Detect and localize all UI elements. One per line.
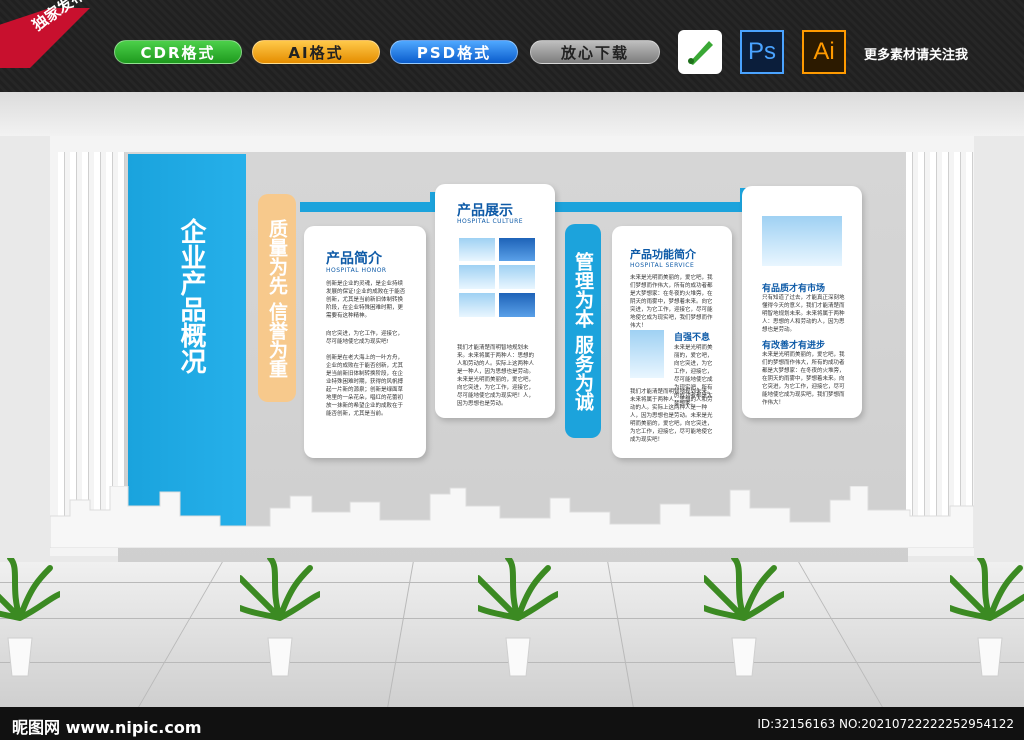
card-heading: 有改善才有进步 <box>762 341 826 351</box>
card-paragraph: 向它突进，为它工作，迎接它，尽可能地使它成为现实吧! <box>326 331 404 345</box>
card-subtitle: HOSPITAL HONOR <box>326 267 387 274</box>
image-id: ID:32156163 NO:20210722222252954122 <box>757 717 1014 731</box>
product-photo <box>499 238 535 261</box>
card-paragraph: 未来是光明而美丽的，爱它吧，我们的梦想而作伟大，所有的成功者都是大梦想家：在冬夜… <box>762 352 845 406</box>
city-skyline <box>50 486 974 548</box>
main-title: 企业产品概况 <box>176 218 206 374</box>
card-title: 产品简介 <box>326 251 382 267</box>
product-photo <box>630 330 664 378</box>
photoshop-icon: Ps <box>740 30 784 74</box>
product-photo <box>459 265 495 289</box>
slogan-quality: 质量为先 信誉为重 <box>258 194 296 402</box>
potted-plant <box>950 558 1024 677</box>
card-title: 产品功能简介 <box>630 248 696 261</box>
connector-bar <box>550 202 750 212</box>
potted-plant <box>0 558 60 677</box>
card-heading: 有品质才有市场 <box>762 284 826 294</box>
potted-plant <box>240 558 320 677</box>
product-photo <box>499 265 535 289</box>
product-photo <box>459 293 495 317</box>
ai-format-button[interactable]: AI格式 <box>252 40 380 64</box>
card-paragraph: 创新是企业的灵魂，是企业持续发展的保证!企业的成败在于能否创新，尤其是当前新旧体… <box>326 281 406 319</box>
cdr-format-button[interactable]: CDR格式 <box>114 40 242 64</box>
follow-text: 更多素材请关注我 <box>864 48 969 63</box>
ceiling <box>0 92 1024 136</box>
card-product-show: 产品展示 HOSPITAL CULTURE 我们才能清楚而明智地规划未来。未来将… <box>435 184 555 418</box>
potted-plant <box>704 558 784 677</box>
safe-download-button[interactable]: 放心下载 <box>530 40 660 64</box>
card-paragraph: 只有知道了过去，才能真正深刻地懂得今天的意义，我们才能清楚而明智地规划未来。未来… <box>762 295 845 333</box>
illustrator-icon: Ai <box>802 30 846 74</box>
card-paragraph: 未来是光明而美丽的，爱它吧，我们梦想而作伟大，所有的成功者都是大梦想家：在冬夜的… <box>630 275 713 329</box>
coreldraw-icon <box>678 30 722 74</box>
top-banner: 独家发布 CDR格式 AI格式 PSD格式 放心下载 Ps Ai 更多素材请关注… <box>0 0 1024 92</box>
slogan-management: 管理为本 服务为诚 <box>565 224 601 438</box>
card-subtitle: HOSPITAL SERVICE <box>630 262 695 269</box>
card-product-function: 产品功能简介 HOSPITAL SERVICE 未来是光明而美丽的，爱它吧，我们… <box>612 226 732 458</box>
card-paragraph: 我们才能清楚而明智地规划未来。未来将属于两种人：思想的人和劳动的人。实际上这两种… <box>630 389 713 443</box>
psd-format-button[interactable]: PSD格式 <box>390 40 518 64</box>
watermark-footer: 昵图网 www.nipic.com ID:32156163 NO:2021072… <box>0 707 1024 740</box>
product-photo <box>459 238 495 261</box>
card-title: 产品展示 <box>457 203 513 219</box>
site-watermark: 昵图网 www.nipic.com <box>12 718 202 737</box>
product-photo <box>499 293 535 317</box>
card-product-intro: 产品简介 HOSPITAL HONOR 创新是企业的灵魂，是企业持续发展的保证!… <box>304 226 426 458</box>
card-market: 有品质才有市场 只有知道了过去，才能真正深刻地懂得今天的意义，我们才能清楚而明智… <box>742 186 862 418</box>
building-photo <box>762 216 842 266</box>
card-paragraph: 创新是在老大海上的一叶方舟，企业的成败在于能否创新，尤其是当前新旧体制转换阶段，… <box>326 355 404 417</box>
potted-plant <box>478 558 558 677</box>
card-subtitle: HOSPITAL CULTURE <box>457 218 524 225</box>
connector-bar <box>300 202 440 212</box>
card-paragraph: 我们才能清楚而明智地规划未来。未来将属于两种人：思想的人和劳动的人。实际上这两种… <box>457 345 535 407</box>
card-heading: 自强不息 <box>674 333 711 343</box>
